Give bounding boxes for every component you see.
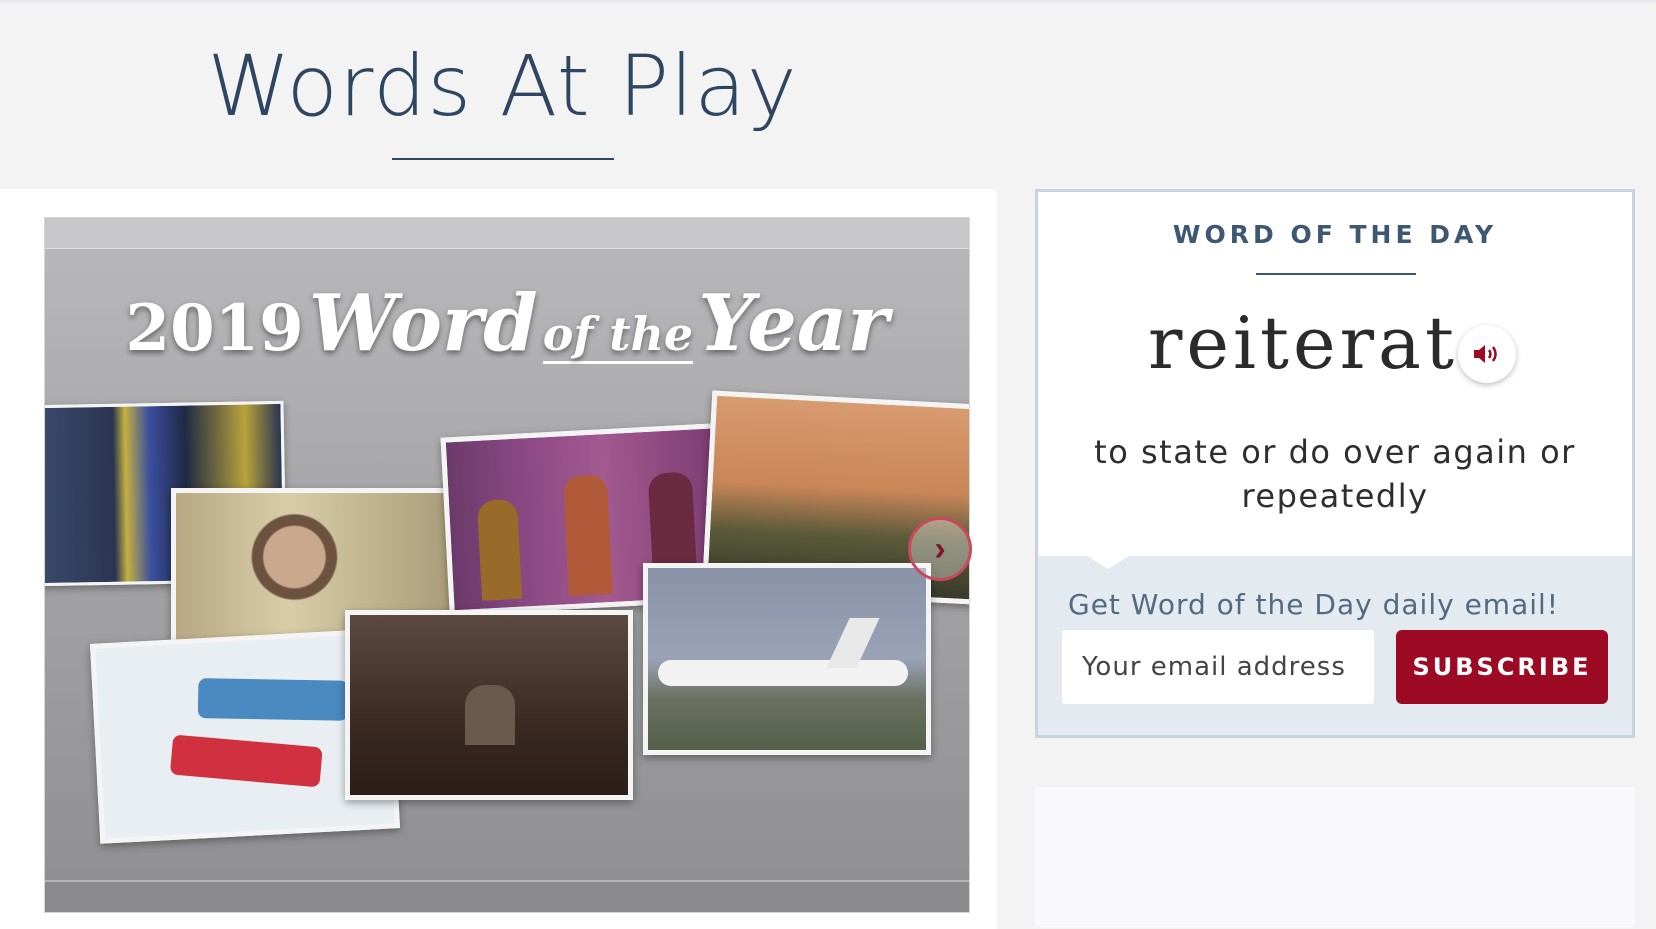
- image-bottom-band: [45, 880, 969, 912]
- pronunciation-audio-button[interactable]: [1458, 325, 1516, 383]
- photo-congress: [345, 610, 633, 800]
- image-top-band: [45, 218, 969, 249]
- feature-carousel-image[interactable]: 2019 Word of the Year: [44, 217, 970, 913]
- header-shadow: [0, 0, 1656, 4]
- word-of-the-day-panel: WORD OF THE DAY reiterate to state or do…: [1035, 189, 1635, 738]
- feature-headline: 2019 Word of the Year: [45, 278, 969, 369]
- photo-airplane: [643, 563, 931, 755]
- wotd-definition: to state or do over again or repeatedly: [1094, 433, 1576, 515]
- wotd-word-link[interactable]: reiterate: [1148, 307, 1500, 379]
- email-signup: Get Word of the Day daily email! SUBSCRI…: [1038, 555, 1632, 735]
- speaker-icon: [1474, 345, 1497, 363]
- wotd-heading: WORD OF THE DAY: [1172, 220, 1498, 249]
- carousel-next-button[interactable]: ›: [908, 517, 972, 581]
- page-title: Words At Play: [207, 37, 798, 135]
- signup-notch: [1086, 555, 1130, 569]
- signup-label: Get Word of the Day daily email!: [1068, 588, 1560, 621]
- title-underline: [392, 158, 614, 160]
- wotd-heading-underline: [1256, 273, 1416, 275]
- subscribe-button[interactable]: SUBSCRIBE: [1396, 630, 1608, 704]
- headline-of-the: of the: [542, 307, 694, 364]
- headline-word: Word: [308, 278, 538, 369]
- ad-slot: [1035, 787, 1635, 927]
- headline-year: 2019: [125, 291, 304, 366]
- email-input[interactable]: [1062, 630, 1374, 704]
- headline-year-word: Year: [698, 278, 889, 369]
